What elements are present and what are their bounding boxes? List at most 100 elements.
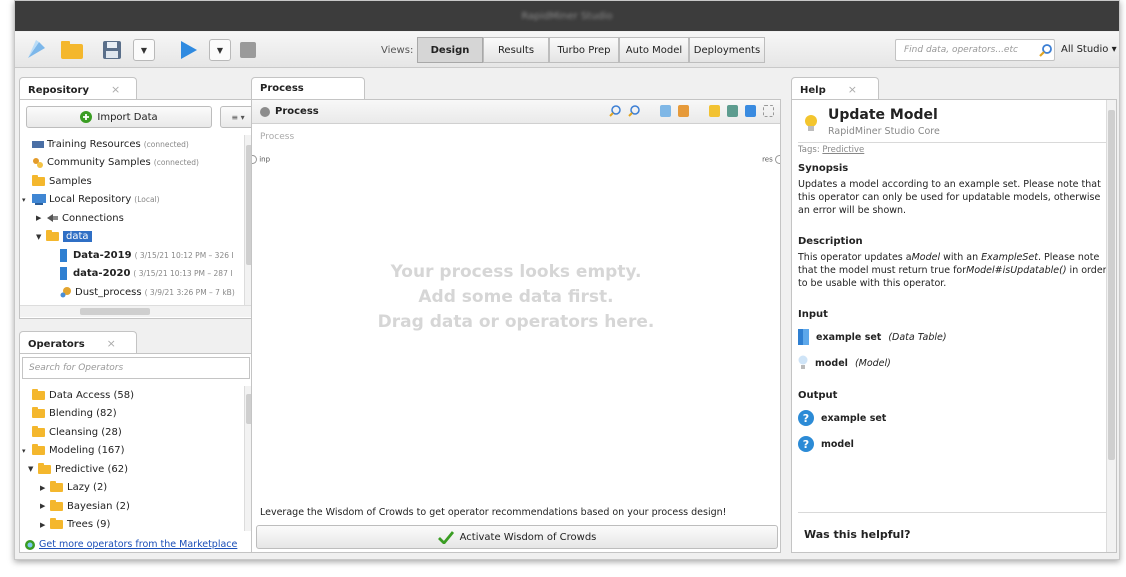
- marketplace-icon: [25, 539, 35, 550]
- tab-help[interactable]: Help ×: [791, 77, 879, 99]
- op-group-lazy[interactable]: ▶ Lazy (2): [20, 479, 246, 498]
- result-port[interactable]: res: [762, 155, 780, 164]
- op-group-blending[interactable]: Blending (82): [20, 405, 246, 424]
- repo-item-local-repository[interactable]: ▾ Local Repository (Local): [20, 191, 246, 210]
- connections-icon: [47, 214, 58, 223]
- repo-item-dust-process[interactable]: Dust_process( 3/9/21 3:26 PM – 7 kB): [20, 283, 246, 302]
- activate-wisdom-button[interactable]: Activate Wisdom of Crowds: [256, 525, 778, 549]
- save-icon[interactable]: [99, 37, 125, 63]
- open-folder-icon[interactable]: [59, 37, 85, 63]
- tab-process[interactable]: Process: [251, 77, 365, 99]
- breakpoint-icon[interactable]: [678, 105, 689, 117]
- process-icon: [260, 106, 270, 117]
- new-process-icon[interactable]: [23, 37, 49, 63]
- import-data-button[interactable]: Import Data: [26, 106, 212, 128]
- operators-tab-label: Operators: [28, 339, 85, 350]
- repo-item-connections[interactable]: ▶ Connections: [20, 209, 246, 228]
- folder-icon: [50, 481, 63, 493]
- collapse-arrow-icon[interactable]: ▼: [28, 465, 38, 473]
- color-icon[interactable]: [745, 105, 756, 117]
- op-group-bayesian[interactable]: ▶ Bayesian (2): [20, 497, 246, 516]
- output-heading: Output: [798, 390, 838, 401]
- stop-process-icon[interactable]: [237, 37, 259, 63]
- process-breadcrumb: Process: [260, 132, 295, 142]
- search-scope-dropdown[interactable]: All Studio ▾: [1061, 44, 1117, 55]
- fit-view-icon[interactable]: [763, 105, 774, 117]
- repository-hscrollbar[interactable]: [20, 305, 254, 317]
- folder-icon: [46, 230, 59, 242]
- repo-item-training-resources[interactable]: Training Resources (connected): [20, 135, 246, 154]
- folder-icon: [32, 444, 45, 456]
- close-icon[interactable]: ×: [111, 83, 120, 96]
- expand-arrow-icon[interactable]: ▶: [40, 521, 50, 529]
- op-group-modeling[interactable]: ▾ Modeling (167): [20, 442, 246, 461]
- save-dropdown-icon[interactable]: ▼: [133, 39, 155, 61]
- repo-item-community-samples[interactable]: Community Samples (connected): [20, 154, 246, 173]
- folder-icon: [32, 407, 45, 419]
- tab-operators[interactable]: Operators ×: [19, 331, 137, 353]
- process-icon: [60, 287, 71, 298]
- expand-arrow-icon[interactable]: ▶: [40, 484, 50, 492]
- expand-arrow-icon[interactable]: ▶: [36, 214, 46, 222]
- helpful-prompt: Was this helpful?: [804, 528, 911, 541]
- input-port-example-set: example set (Data Table): [798, 327, 1112, 347]
- close-icon[interactable]: ×: [848, 83, 857, 96]
- zoom-in-icon[interactable]: [609, 105, 621, 117]
- checkmark-icon: [437, 531, 454, 544]
- global-search-input[interactable]: Find data, operators...etc: [895, 39, 1055, 61]
- expand-arrow-icon[interactable]: ▶: [40, 502, 50, 510]
- note-icon[interactable]: [709, 105, 720, 117]
- op-group-predictive[interactable]: ▼ Predictive (62): [20, 460, 246, 479]
- op-group-trees[interactable]: ▶ Trees (9): [20, 516, 246, 535]
- repo-item-data-folder[interactable]: ▼ data: [20, 228, 246, 247]
- collapse-arrow-icon[interactable]: ▼: [36, 233, 46, 241]
- view-tab-turbo-prep[interactable]: Turbo Prep: [549, 37, 619, 63]
- description-heading: Description: [798, 236, 863, 247]
- help-body: Tags: Predictive Synopsis Updates a mode…: [798, 144, 1112, 454]
- data-table-icon: [798, 329, 809, 345]
- rapidminer-window: RapidMiner Studio ▼ ▼ Views: Design Resu…: [14, 0, 1120, 560]
- main-toolbar: ▼ ▼ Views: Design Results Turbo Prep Aut…: [15, 32, 1119, 68]
- input-port[interactable]: inp: [252, 155, 270, 164]
- arrange-icon[interactable]: [727, 105, 738, 117]
- community-samples-icon: [33, 157, 43, 168]
- close-icon[interactable]: ×: [107, 337, 116, 350]
- question-icon: ?: [798, 436, 814, 452]
- tag-link-predictive[interactable]: Predictive: [822, 145, 864, 155]
- divider: [798, 512, 1110, 513]
- input-port-model: model (Model): [798, 353, 1112, 373]
- data-table-icon: [60, 267, 67, 281]
- view-tab-deployments[interactable]: Deployments: [689, 37, 765, 63]
- repo-item-data-2019[interactable]: Data-2019( 3/15/21 10:12 PM – 326 I: [20, 246, 246, 265]
- folder-icon: [50, 499, 63, 511]
- help-subtitle: RapidMiner Studio Core: [828, 126, 940, 137]
- model-icon: [798, 355, 808, 369]
- process-toolbar: [609, 105, 774, 117]
- wisdom-of-crowds-text: Leverage the Wisdom of Crowds to get ope…: [260, 507, 727, 518]
- synopsis-text: Updates a model according to an example …: [798, 179, 1101, 216]
- repo-item-data-2020[interactable]: data-2020( 3/15/21 10:13 PM – 287 I: [20, 265, 246, 284]
- hscroll-thumb[interactable]: [80, 308, 150, 315]
- operator-search-input[interactable]: Search for Operators: [22, 357, 250, 379]
- folder-icon: [32, 388, 45, 400]
- op-group-cleansing[interactable]: Cleansing (28): [20, 423, 246, 442]
- auto-wire-icon[interactable]: [660, 105, 671, 117]
- process-root-label[interactable]: Process: [260, 106, 319, 117]
- tab-repository[interactable]: Repository ×: [19, 77, 137, 99]
- view-tab-results[interactable]: Results: [483, 37, 549, 63]
- search-icon[interactable]: [1039, 43, 1053, 60]
- run-dropdown-icon[interactable]: ▼: [209, 39, 231, 61]
- view-tab-auto-model[interactable]: Auto Model: [619, 37, 689, 63]
- marketplace-link[interactable]: Get more operators from the Marketplace: [25, 539, 237, 550]
- process-panel: Process Process inp res Your process loo…: [251, 99, 781, 553]
- run-process-icon[interactable]: [175, 37, 201, 63]
- view-tab-design[interactable]: Design: [417, 37, 483, 63]
- process-header: Process: [252, 100, 780, 124]
- scroll-thumb[interactable]: [1108, 110, 1115, 460]
- zoom-out-icon[interactable]: [628, 105, 640, 117]
- repo-item-samples[interactable]: Samples: [20, 172, 246, 191]
- help-scrollbar[interactable]: [1106, 100, 1116, 552]
- title-bar: RapidMiner Studio: [15, 1, 1119, 31]
- op-group-data-access[interactable]: Data Access (58): [20, 386, 246, 405]
- output-port-example-set: ? example set: [798, 408, 1112, 428]
